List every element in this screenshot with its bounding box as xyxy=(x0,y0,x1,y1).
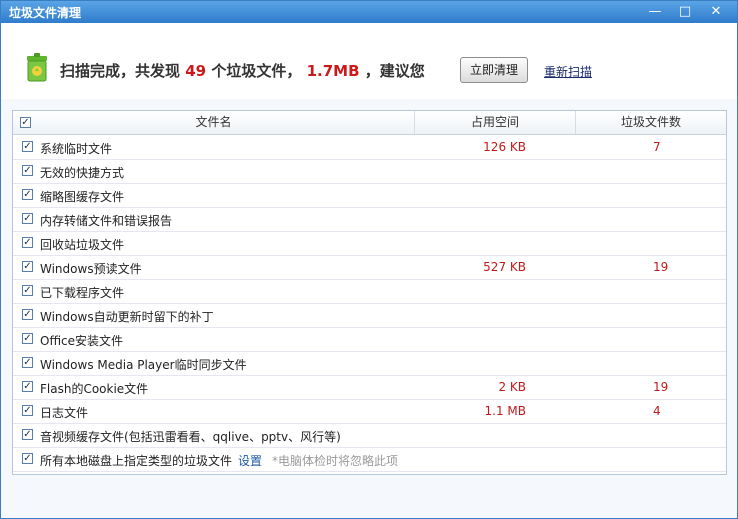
select-all-checkbox[interactable]: ✓ xyxy=(20,117,31,128)
item-name: Office安装文件 xyxy=(40,332,123,349)
item-count: 19 xyxy=(653,260,669,274)
item-name: 缩略图缓存文件 xyxy=(40,188,124,205)
item-checkbox[interactable]: ✓ xyxy=(22,357,33,368)
item-name: Windows预读文件 xyxy=(40,260,142,277)
item-checkbox[interactable]: ✓ xyxy=(22,213,33,224)
item-name: 日志文件 xyxy=(40,404,88,421)
item-checkbox[interactable]: ✓ xyxy=(22,141,33,152)
junk-count: 49 xyxy=(185,62,207,80)
list-item[interactable]: ✓ 缩略图缓存文件 xyxy=(13,183,726,208)
item-name: 已下载程序文件 xyxy=(40,284,124,301)
item-name-text: Flash的Cookie文件 xyxy=(40,382,149,396)
list-item[interactable]: ✓ Office安装文件 xyxy=(13,327,726,352)
item-name-text: 回收站垃圾文件 xyxy=(40,238,125,252)
item-name: 系统临时文件 xyxy=(40,140,112,157)
list-item[interactable]: ✓ Flash的Cookie文件 2 KB 19 xyxy=(13,375,726,400)
list-item[interactable]: ✓ 系统临时文件 126 KB 7 xyxy=(13,135,726,160)
item-name: 回收站垃圾文件 xyxy=(40,236,124,253)
item-checkbox[interactable]: ✓ xyxy=(22,189,33,200)
item-name-text: 已下载程序文件 xyxy=(40,286,125,300)
item-checkbox[interactable]: ✓ xyxy=(22,237,33,248)
item-name-text: 音视频缓存文件(包括迅雷看看、qqlive、pptv、风行等) xyxy=(40,430,341,444)
item-name-text: 系统临时文件 xyxy=(40,142,113,156)
item-size: 2 KB xyxy=(498,380,526,394)
list-item[interactable]: ✓ 已下载程序文件 xyxy=(13,279,726,304)
list-item[interactable]: ✓ Windows Media Player临时同步文件 xyxy=(13,351,726,376)
item-checkbox[interactable]: ✓ xyxy=(22,165,33,176)
item-name: 无效的快捷方式 xyxy=(40,164,124,181)
item-name-text: Office安装文件 xyxy=(40,334,124,348)
list-item[interactable]: ✓ 无效的快捷方式 xyxy=(13,159,726,184)
list-item[interactable]: ✓ 内存转储文件和错误报告 xyxy=(13,207,726,232)
item-name: Flash的Cookie文件 xyxy=(40,380,148,397)
cleanup-window: 垃圾文件清理 — □ ✕ 扫描完成，共发现 49 个垃圾文件， 1.7MB ，建… xyxy=(0,0,738,519)
item-name: 音视频缓存文件(包括迅雷看看、qqlive、pptv、风行等) xyxy=(40,428,341,445)
junk-size: 1.7MB xyxy=(306,62,360,80)
list-item[interactable]: ✓ Windows预读文件 527 KB 19 xyxy=(13,255,726,280)
item-checkbox[interactable]: ✓ xyxy=(22,405,33,416)
item-name-text: 内存转储文件和错误报告 xyxy=(40,214,173,228)
header-name-label: 文件名 xyxy=(195,115,232,129)
item-name-text: 日志文件 xyxy=(40,406,89,420)
item-name: Windows Media Player临时同步文件 xyxy=(40,356,247,373)
item-checkbox[interactable]: ✓ xyxy=(22,429,33,440)
status-prefix: 扫描完成，共发现 xyxy=(60,62,181,80)
list-item[interactable]: ✓ 回收站垃圾文件 xyxy=(13,231,726,256)
item-name: Windows自动更新时留下的补丁 xyxy=(40,308,214,325)
item-checkbox[interactable]: ✓ xyxy=(22,381,33,392)
item-count: 19 xyxy=(653,380,669,394)
scan-summary-panel: 扫描完成，共发现 49 个垃圾文件， 1.7MB ，建议您 立即清理 重新扫描 xyxy=(1,23,737,99)
item-name-text: 所有本地磁盘上指定类型的垃圾文件 xyxy=(40,454,233,468)
item-settings-link[interactable]: 设置 xyxy=(238,454,262,468)
title-bar[interactable]: 垃圾文件清理 — □ ✕ xyxy=(1,1,737,23)
rescan-link[interactable]: 重新扫描 xyxy=(544,63,592,80)
header-name-column[interactable]: ✓ 文件名 xyxy=(13,111,415,134)
item-checkbox[interactable]: ✓ xyxy=(22,285,33,296)
item-size: 126 KB xyxy=(483,140,526,154)
status-suffix: ，建议您 xyxy=(364,62,425,80)
scan-result-text: 扫描完成，共发现 49 个垃圾文件， 1.7MB ，建议您 xyxy=(60,60,425,81)
list-header: ✓ 文件名 占用空间 垃圾文件数 xyxy=(13,111,726,135)
list-item[interactable]: ✓ 所有本地磁盘上指定类型的垃圾文件 设置 *电脑体检时将忽略此项 xyxy=(13,447,726,472)
close-button[interactable]: ✕ xyxy=(707,4,725,20)
item-name-text: 缩略图缓存文件 xyxy=(40,190,125,204)
header-count-column[interactable]: 垃圾文件数 xyxy=(576,111,726,134)
list-item[interactable]: ✓ 音视频缓存文件(包括迅雷看看、qqlive、pptv、风行等) xyxy=(13,423,726,448)
item-name-text: Windows预读文件 xyxy=(40,262,142,276)
header-size-column[interactable]: 占用空间 xyxy=(415,111,576,134)
item-count: 7 xyxy=(653,140,661,154)
list-item[interactable]: ✓ Windows自动更新时留下的补丁 xyxy=(13,303,726,328)
item-size: 527 KB xyxy=(483,260,526,274)
item-count: 4 xyxy=(653,404,661,418)
item-checkbox[interactable]: ✓ xyxy=(22,333,33,344)
item-name-text: Windows Media Player临时同步文件 xyxy=(40,358,247,372)
item-name: 内存转储文件和错误报告 xyxy=(40,212,172,229)
window-title: 垃圾文件清理 xyxy=(9,6,82,20)
junk-file-list: ✓ 文件名 占用空间 垃圾文件数 ✓ 系统临时文件 126 KB 7 ✓ 无效的快捷方式 ✓… xyxy=(12,110,727,475)
item-checkbox[interactable]: ✓ xyxy=(22,453,33,464)
clean-now-button[interactable]: 立即清理 xyxy=(460,57,528,83)
item-size: 1.1 MB xyxy=(484,404,526,418)
item-name-text: Windows自动更新时留下的补丁 xyxy=(40,310,214,324)
maximize-button[interactable]: □ xyxy=(676,4,694,20)
item-checkbox[interactable]: ✓ xyxy=(22,309,33,320)
minimize-button[interactable]: — xyxy=(646,4,664,20)
item-checkbox[interactable]: ✓ xyxy=(22,261,33,272)
trash-bin-icon xyxy=(27,53,47,82)
item-name: 所有本地磁盘上指定类型的垃圾文件 设置 *电脑体检时将忽略此项 xyxy=(40,452,398,469)
item-hint: *电脑体检时将忽略此项 xyxy=(272,454,399,468)
list-item[interactable]: ✓ 日志文件 1.1 MB 4 xyxy=(13,399,726,424)
status-mid: 个垃圾文件， xyxy=(211,62,302,80)
item-name-text: 无效的快捷方式 xyxy=(40,166,125,180)
